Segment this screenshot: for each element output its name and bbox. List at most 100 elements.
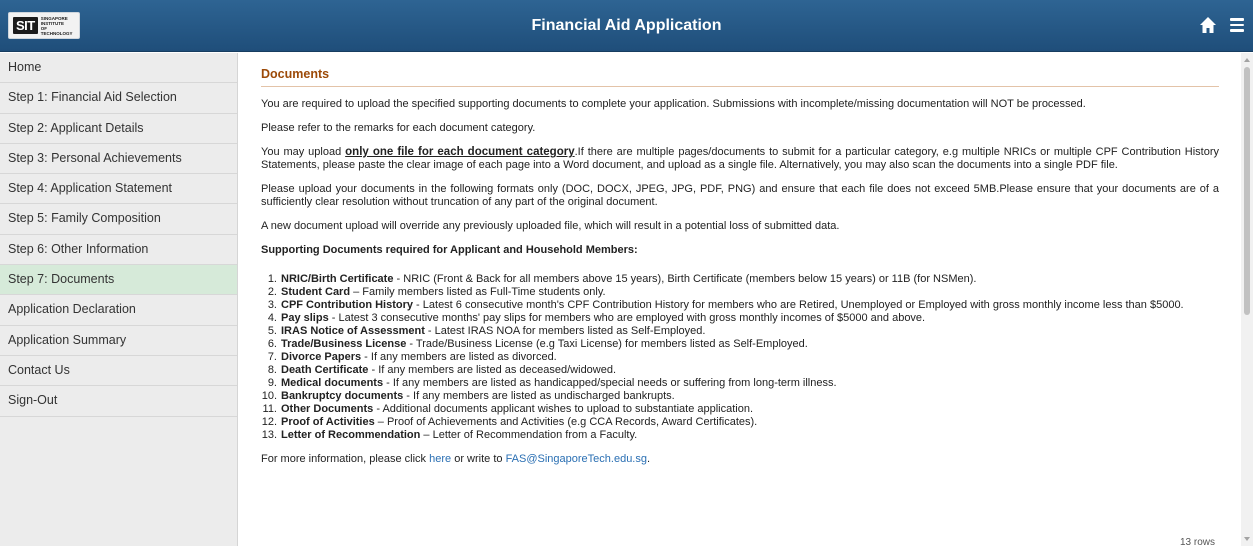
document-description: – Proof of Achievements and Activities (… [374, 416, 758, 428]
list-item-number: 5. [267, 325, 277, 337]
document-description: - Additional documents applicant wishes … [373, 403, 754, 415]
document-name: Other Documents [281, 403, 374, 415]
document-description: - If any members are listed as divorced. [361, 351, 557, 363]
list-item-number: 12. [261, 416, 277, 428]
document-description: - Latest 3 consecutive months' pay slips… [328, 312, 926, 324]
document-description: - If any members are listed as handicapp… [383, 377, 837, 389]
formats-paragraph: Please upload your documents in the foll… [261, 183, 1219, 208]
sidebar-item-sign-out[interactable]: Sign-Out [0, 386, 237, 417]
list-item-body: Divorce Papers - If any members are list… [281, 351, 1219, 364]
override-paragraph: A new document upload will override any … [261, 220, 840, 232]
list-item-body: Student Card – Family members listed as … [281, 286, 1219, 299]
document-name: Medical documents [281, 377, 384, 389]
list-item: 12. Proof of Activities – Proof of Achiev… [261, 416, 1219, 429]
hamburger-menu-icon[interactable] [1230, 18, 1244, 32]
footer-mid: or write to [451, 453, 506, 465]
list-item: 11. Other Documents - Additional document… [261, 403, 1219, 416]
sidebar-item-step-3-personal-achievements[interactable]: Step 3: Personal Achievements [0, 144, 237, 175]
document-name: Death Certificate [281, 364, 369, 376]
scroll-up-arrow-icon[interactable] [1244, 58, 1250, 62]
vertical-scrollbar[interactable] [1241, 53, 1253, 546]
list-item: 4. Pay slips - Latest 3 consecutive month… [261, 312, 1219, 325]
sidebar-item-step-2-applicant-details[interactable]: Step 2: Applicant Details [0, 114, 237, 144]
document-name: Bankruptcy documents [281, 390, 404, 402]
list-item-body: Medical documents - If any members are l… [281, 377, 1219, 390]
list-item-number: 13. [261, 429, 277, 441]
document-description: - NRIC (Front & Back for all members abo… [393, 273, 977, 285]
list-item: 3. CPF Contribution History - Latest 6 co… [261, 299, 1219, 312]
list-item-number: 8. [267, 364, 277, 376]
sidebar-item-step-4-application-statement[interactable]: Step 4: Application Statement [0, 174, 237, 205]
list-item: 10. Bankruptcy documents - If any members… [261, 390, 1219, 403]
sidebar-item-step-1-financial-aid-selection[interactable]: Step 1: Financial Aid Selection [0, 83, 237, 114]
footer-pre: For more information, please click [261, 453, 430, 465]
list-item-number: 6. [267, 338, 277, 350]
app-header: SIT SINGAPORE INSTITUTE OF TECHNOLOGY Fi… [0, 0, 1253, 52]
scroll-thumb[interactable] [1244, 67, 1250, 315]
sidebar-item-step-7-documents[interactable]: Step 7: Documents [0, 265, 237, 296]
sidebar-item-home[interactable]: Home [0, 53, 237, 84]
scroll-down-arrow-icon[interactable] [1244, 537, 1250, 541]
sidebar-item-application-summary[interactable]: Application Summary [0, 326, 237, 356]
list-item-number: 1. [267, 273, 277, 285]
list-item-body: Other Documents - Additional documents a… [281, 403, 1219, 416]
document-name: NRIC/Birth Certificate [281, 273, 394, 285]
sidebar-item-step-6-other-information[interactable]: Step 6: Other Information [0, 235, 237, 266]
document-description: – Letter of Recommendation from a Facult… [420, 429, 638, 441]
sidebar-item-application-declaration[interactable]: Application Declaration [0, 295, 237, 326]
document-description: - If any members are listed as undischar… [403, 390, 675, 402]
list-item: 7. Divorce Papers - If any members are li… [261, 351, 1219, 364]
list-item: 5. IRAS Notice of Assessment - Latest IRA… [261, 325, 1219, 338]
sidebar-item-step-5-family-composition[interactable]: Step 5: Family Composition [0, 204, 237, 235]
document-name: IRAS Notice of Assessment [281, 325, 425, 337]
list-item-number: 11. [262, 403, 277, 415]
list-item-number: 4. [267, 312, 277, 324]
footer-post: . [646, 453, 651, 465]
intro-paragraph: You are required to upload the specified… [261, 98, 1086, 110]
list-item: 1. NRIC/Birth Certificate - NRIC (Front &… [261, 273, 1219, 286]
document-name: Proof of Activities [281, 416, 375, 428]
list-item: 13. Letter of Recommendation – Letter of … [261, 429, 1219, 442]
list-item-body: Trade/Business License - Trade/Business … [281, 338, 1219, 351]
section-title: Documents [261, 68, 1219, 87]
here-link[interactable]: here [429, 453, 451, 465]
one-file-paragraph: You may upload only one file for each do… [261, 146, 1219, 172]
documents-list: 1. NRIC/Birth Certificate - NRIC (Front &… [261, 273, 1219, 442]
list-item: 6. Trade/Business License - Trade/Busines… [261, 338, 1219, 351]
document-description: - Latest 6 consecutive month's CPF Contr… [413, 299, 1184, 311]
list-item-number: 10. [261, 390, 277, 402]
document-name: Letter of Recommendation [281, 429, 421, 441]
document-name: CPF Contribution History [281, 299, 413, 311]
cut-off-text: 13 rows [1180, 537, 1216, 546]
one-file-pre: You may upload [261, 146, 346, 158]
list-item-body: Proof of Activities – Proof of Achieveme… [281, 416, 1219, 429]
list-item-number: 3. [267, 299, 277, 311]
list-item-number: 7. [267, 351, 277, 363]
list-item-body: Letter of Recommendation – Letter of Rec… [281, 429, 1219, 442]
footer-info: For more information, please click here … [261, 453, 1219, 466]
main-content: Documents You are required to upload the… [261, 68, 1219, 477]
documents-list-heading: Supporting Documents required for Applic… [261, 244, 638, 256]
page-title: Financial Aid Application [531, 17, 722, 34]
list-item-body: NRIC/Birth Certificate - NRIC (Front & B… [281, 273, 1219, 286]
document-name: Divorce Papers [281, 351, 362, 363]
sidebar-nav: Home Step 1: Financial Aid Selection Step … [0, 53, 238, 546]
list-item-number: 2. [267, 286, 277, 298]
document-description: - Latest IRAS NOA for members listed as … [424, 325, 706, 337]
list-item-body: Bankruptcy documents - If any members ar… [281, 390, 1219, 403]
list-item-number: 9. [267, 377, 277, 389]
list-item: 2. Student Card – Family members listed a… [261, 286, 1219, 299]
one-file-emphasis: only one file for each document category [345, 146, 575, 158]
document-description: - Trade/Business License (e.g Taxi Licen… [406, 338, 808, 350]
list-item-body: Pay slips - Latest 3 consecutive months'… [281, 312, 1219, 325]
document-name: Pay slips [281, 312, 329, 324]
document-name: Trade/Business License [281, 338, 407, 350]
document-description: - If any members are listed as deceased/… [368, 364, 617, 376]
email-link[interactable]: FAS@SingaporeTech.edu.sg [506, 453, 647, 465]
remarks-paragraph: Please refer to the remarks for each doc… [261, 122, 536, 134]
home-icon[interactable] [1199, 16, 1217, 34]
sidebar-item-contact-us[interactable]: Contact Us [0, 356, 237, 387]
document-description: – Family members listed as Full-Time stu… [350, 286, 606, 298]
list-item-body: Death Certificate - If any members are l… [281, 364, 1219, 377]
list-item: 9. Medical documents - If any members are… [261, 377, 1219, 390]
